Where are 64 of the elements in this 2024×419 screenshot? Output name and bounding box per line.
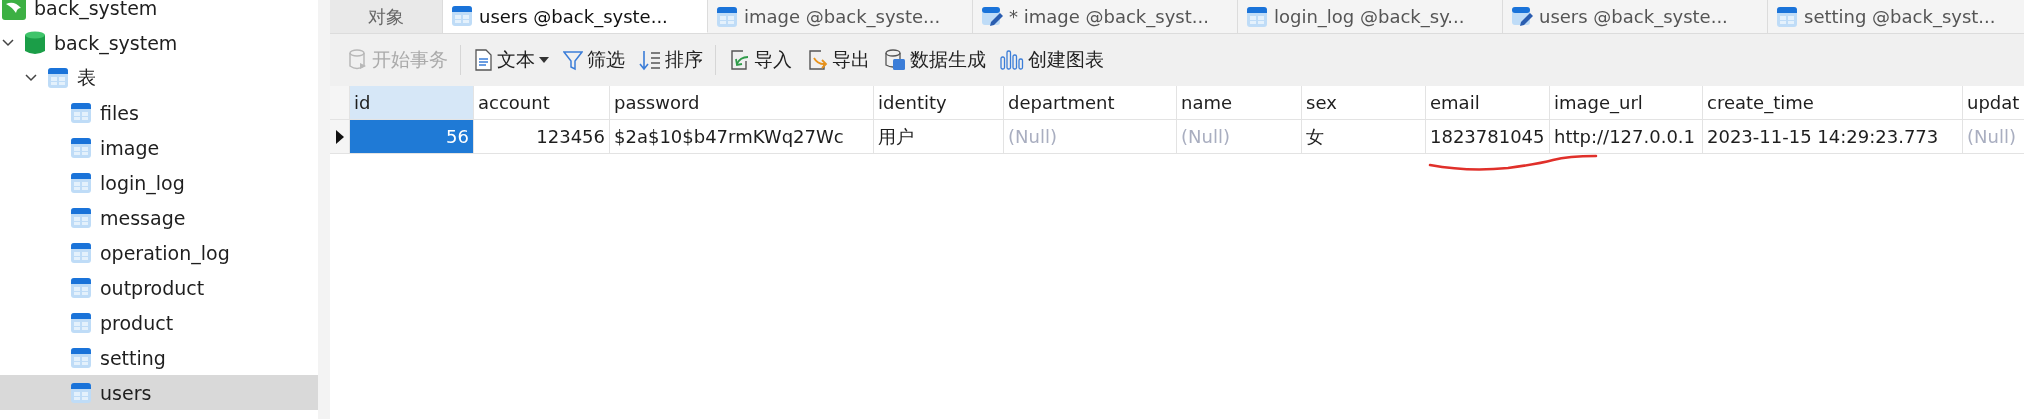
export-icon	[806, 49, 828, 71]
toolbar-button[interactable]: 文本	[471, 45, 551, 75]
toolbar-button[interactable]: 筛选	[561, 45, 627, 75]
document-icon	[473, 49, 493, 71]
toolbar-button[interactable]: 排序	[637, 45, 705, 75]
tree-item[interactable]: message	[100, 206, 186, 229]
tree-item[interactable]: outproduct	[100, 276, 205, 299]
database-icon	[348, 49, 368, 71]
toolbar-button[interactable]: 创建图表	[998, 45, 1106, 75]
sort-icon	[639, 49, 661, 71]
tree-item[interactable]: image	[100, 136, 160, 159]
table-pencil-icon	[1511, 5, 1533, 28]
caret-icon	[539, 57, 549, 63]
tab[interactable]: setting @back_syst...	[1768, 0, 2024, 33]
table-cell: (Null)	[1004, 120, 1177, 153]
tree-item[interactable]: users	[100, 381, 152, 404]
bar-chart-icon	[1000, 49, 1024, 71]
table-pencil-icon	[981, 5, 1003, 28]
tab[interactable]: 对象	[330, 0, 443, 33]
table-icon	[70, 241, 92, 264]
toolbar-button[interactable]: 导出	[804, 45, 872, 75]
tab[interactable]: * image @back_syst...	[973, 0, 1238, 33]
table-icon	[70, 381, 92, 404]
table-cell: 56	[350, 120, 474, 153]
filter-icon	[563, 49, 583, 71]
table-icon	[70, 346, 92, 369]
table-icon	[716, 5, 738, 28]
tab[interactable]: users @back_syste...	[443, 0, 708, 33]
table-icon	[70, 206, 92, 229]
column-header[interactable]: id	[350, 86, 474, 119]
tables-folder-icon	[47, 66, 69, 89]
connection-name[interactable]: back_system	[34, 0, 158, 19]
table-cell: (Null)	[1177, 120, 1302, 153]
table-cell: (Null)	[1963, 120, 2024, 153]
table-icon	[70, 171, 92, 194]
toolbar-button[interactable]: 数据生成	[882, 45, 988, 75]
tab[interactable]: users @back_syste...	[1503, 0, 1768, 33]
table-cell: http://127.0.0.1	[1550, 120, 1703, 153]
import-icon	[728, 49, 750, 71]
tree-item[interactable]: login_log	[100, 171, 185, 194]
database-icon	[884, 49, 906, 71]
table-icon	[70, 311, 92, 334]
toolbar-button[interactable]: 导入	[726, 45, 794, 75]
table-icon	[1246, 5, 1268, 28]
tree-item[interactable]: operation_log	[100, 241, 230, 264]
tree-item[interactable]: setting	[100, 346, 166, 369]
table-cell: 1823781045	[1426, 120, 1550, 153]
table-icon	[1776, 5, 1798, 28]
table-cell: 2023-11-15 14:29:23.773	[1703, 120, 1963, 153]
table-icon	[70, 101, 92, 124]
table-cell: 女	[1302, 120, 1426, 153]
tree-item[interactable]: product	[100, 311, 174, 334]
table-icon	[70, 276, 92, 299]
tab[interactable]: login_log @back_sy...	[1238, 0, 1503, 33]
table-cell: 用户	[874, 120, 1004, 153]
database-icon	[24, 30, 46, 55]
tree-item[interactable]: files	[100, 101, 139, 124]
tree-item[interactable]: 表	[77, 64, 96, 91]
table-icon	[451, 5, 473, 27]
table-icon	[70, 136, 92, 159]
tree-item[interactable]: back_system	[54, 31, 178, 54]
table-cell: $2a$10$b47rmKWq27Wc	[610, 120, 874, 153]
table-cell: 123456	[474, 120, 610, 153]
tab[interactable]: image @back_syste...	[708, 0, 973, 33]
